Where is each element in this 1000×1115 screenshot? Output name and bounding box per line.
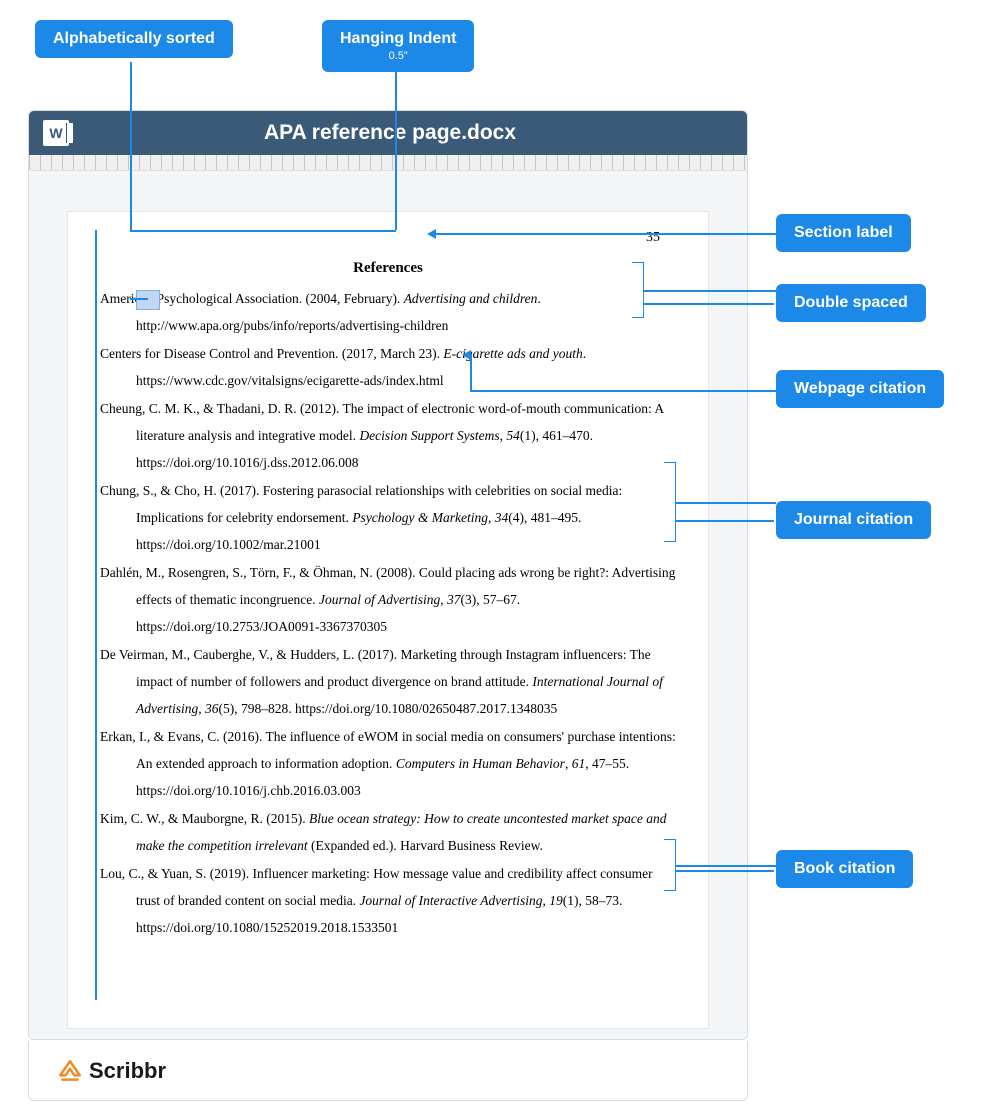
callout-double-spaced: Double spaced <box>776 284 926 322</box>
callout-alpha-sorted: Alphabetically sorted <box>35 20 233 58</box>
reference-entry: American Psychological Association. (200… <box>100 285 676 339</box>
callout-book-citation: Book citation <box>776 850 913 888</box>
callout-label: Hanging Indent <box>340 30 456 47</box>
reference-entry: Erkan, I., & Evans, C. (2016). The influ… <box>100 723 676 804</box>
callout-journal-citation: Journal citation <box>776 501 931 539</box>
word-icon: W <box>43 120 69 146</box>
reference-entry: Kim, C. W., & Mauborgne, R. (2015). Blue… <box>100 805 676 859</box>
callout-section-label: Section label <box>776 214 911 252</box>
callout-webpage-citation: Webpage citation <box>776 370 944 408</box>
references-list: American Psychological Association. (200… <box>100 285 676 941</box>
reference-entry: Chung, S., & Cho, H. (2017). Fostering p… <box>100 477 676 558</box>
reference-entry: Lou, C., & Yuan, S. (2019). Influencer m… <box>100 860 676 941</box>
title-bar: W APA reference page.docx <box>29 111 747 155</box>
document-page: 35 References American Psychological Ass… <box>67 211 709 1029</box>
document-window: W APA reference page.docx 35 References … <box>28 110 748 1040</box>
callout-hanging-indent: Hanging Indent 0.5" <box>322 20 474 72</box>
footer: Scribbr <box>28 1041 748 1101</box>
reference-entry: Centers for Disease Control and Preventi… <box>100 340 676 394</box>
document-title: APA reference page.docx <box>83 121 747 145</box>
hanging-indent-highlight <box>136 290 160 310</box>
reference-entry: Dahlén, M., Rosengren, S., Törn, F., & Ö… <box>100 559 676 640</box>
ruler <box>29 155 747 171</box>
reference-entry: De Veirman, M., Cauberghe, V., & Hudders… <box>100 641 676 722</box>
brand-name: Scribbr <box>89 1058 166 1084</box>
scribbr-icon <box>57 1058 83 1084</box>
references-heading: References <box>100 260 676 277</box>
reference-entry: Cheung, C. M. K., & Thadani, D. R. (2012… <box>100 395 676 476</box>
scribbr-logo: Scribbr <box>57 1058 166 1084</box>
callout-sub: 0.5" <box>340 50 456 62</box>
